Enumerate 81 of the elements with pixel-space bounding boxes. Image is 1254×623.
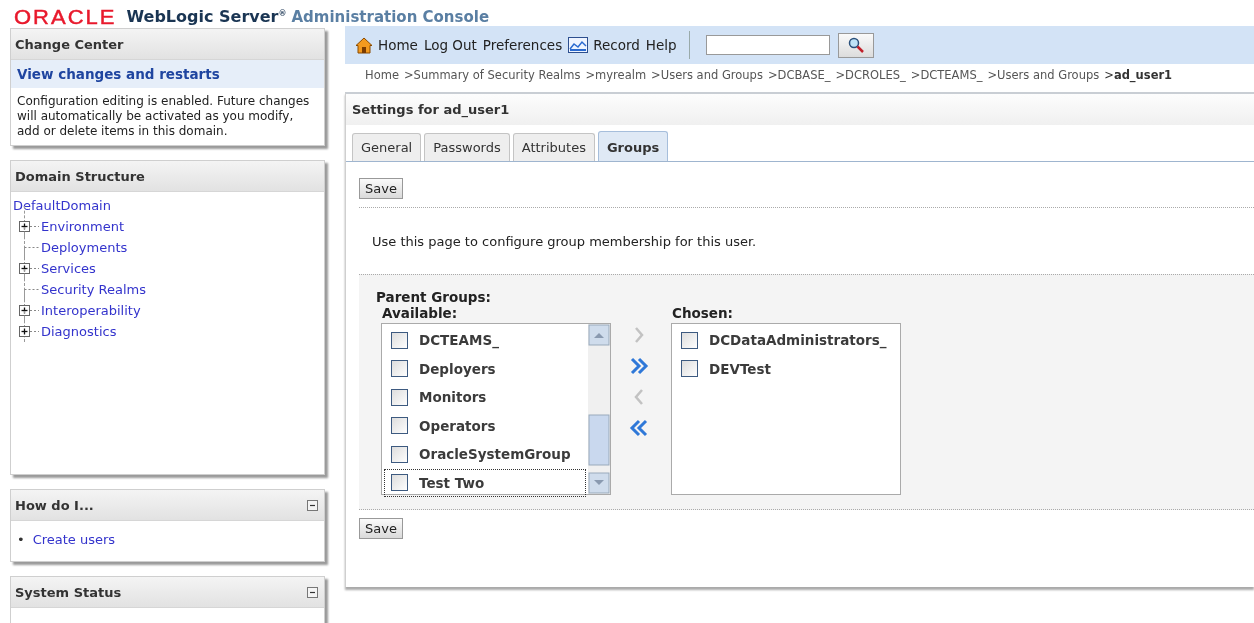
tree-item[interactable]: Environment [41, 219, 124, 234]
group-name: DEVTest [709, 360, 771, 377]
tab[interactable]: Attributes [512, 133, 595, 161]
console-subtitle: Administration Console [291, 7, 490, 28]
toolbar-link[interactable]: Help [645, 37, 677, 53]
breadcrumb-link[interactable]: >myrealm [585, 68, 647, 88]
breadcrumb-link[interactable]: >DCTEAMS_ [910, 68, 983, 88]
checkbox[interactable] [391, 331, 408, 349]
checkbox[interactable] [681, 331, 698, 349]
toolbar-link[interactable]: Preferences [482, 37, 563, 53]
toolbar-link[interactable]: Log Out [423, 37, 477, 53]
view-changes-link[interactable]: View changes and restarts [11, 60, 324, 88]
status-message: Configuration editing is enabled. Future changes will automatically be activated as you modify, add or delete items in this domain. [16, 93, 311, 140]
tree-item[interactable]: Security Realms [41, 282, 146, 297]
checkbox[interactable] [391, 360, 408, 378]
breadcrumb-link[interactable]: >Users and Groups [651, 68, 763, 88]
search-icon [847, 37, 864, 53]
checkbox[interactable] [391, 417, 408, 435]
list-item[interactable]: Test Two [384, 468, 586, 497]
list-item[interactable]: DEVTest [674, 354, 898, 383]
task-link[interactable]: Create users [32, 531, 116, 549]
checkbox[interactable] [391, 445, 408, 463]
breadcrumb-current: >ad_user1 [1104, 68, 1173, 85]
toolbar-link[interactable]: Home [355, 36, 418, 54]
move-all-right-button[interactable] [629, 356, 649, 376]
group-name: OracleSystemGroup [419, 446, 571, 463]
list-item[interactable]: Monitors [384, 383, 586, 412]
list-item[interactable]: OracleSystemGroup [384, 440, 586, 469]
breadcrumb-link[interactable]: >DCROLES_ [835, 68, 906, 88]
list-item[interactable]: DCDataAdministrators_ [674, 326, 898, 355]
list-item[interactable]: Deployers [384, 354, 586, 383]
group-name: Deployers [419, 360, 496, 377]
portlet-title: How do I... [15, 497, 94, 513]
portlet-title: Change Center [15, 36, 124, 52]
tree-item[interactable]: Diagnostics [41, 324, 117, 339]
list-label: Chosen: [672, 305, 734, 321]
oracle-logo: ORACLE [14, 9, 117, 27]
save-button[interactable]: Save [359, 178, 403, 199]
bullet: • [17, 531, 25, 549]
save-button[interactable]: Save [359, 518, 403, 539]
checkbox[interactable] [681, 360, 698, 378]
expand-icon[interactable] [19, 263, 39, 274]
tab[interactable]: General [352, 133, 422, 161]
scrollbar[interactable] [588, 324, 610, 494]
breadcrumb-link[interactable]: >Users and Groups [987, 68, 1100, 88]
section-heading: Parent Groups: [376, 289, 492, 305]
chart-icon[interactable] [568, 37, 589, 53]
list-item[interactable]: DCTEAMS_ [384, 326, 586, 355]
group-name: Monitors [419, 389, 487, 406]
tree-item[interactable]: Deployments [41, 240, 128, 255]
breadcrumb-link[interactable]: >DCBASE_ [767, 68, 831, 88]
move-all-left-button[interactable] [629, 418, 649, 438]
search-field[interactable] [705, 35, 830, 55]
product-name: WebLogic Server$^{®}$ [126, 6, 287, 28]
list-label: Available: [382, 305, 459, 321]
checkbox[interactable] [391, 474, 408, 492]
list-item[interactable]: Operators [384, 411, 586, 440]
tab[interactable]: Groups [597, 131, 669, 161]
search-button[interactable] [837, 32, 874, 58]
portlet-title: Domain Structure [15, 168, 145, 184]
expand-icon[interactable] [19, 326, 39, 337]
tree-item[interactable]: DefaultDomain [13, 196, 111, 216]
expand-icon[interactable] [19, 221, 39, 232]
expand-icon[interactable] [19, 305, 39, 316]
toolbar-link[interactable]: Record [568, 37, 640, 53]
group-name: Test Two [419, 474, 485, 491]
help-text: Use this page to configure group membership for this user. [371, 233, 758, 251]
group-name: DCTEAMS_ [419, 332, 499, 349]
checkbox[interactable] [391, 388, 408, 406]
collapse-icon[interactable] [307, 586, 318, 598]
breadcrumb-link[interactable]: >Summary of Security Realms [403, 68, 581, 88]
group-name: DCDataAdministrators_ [709, 332, 887, 349]
settings-title: Settings for ad_user1 [346, 94, 1254, 125]
breadcrumb-link[interactable]: Home [365, 68, 399, 88]
tree-item[interactable]: Interoperability [41, 303, 141, 318]
portlet-title: System Status [15, 584, 122, 600]
group-name: Operators [419, 417, 496, 434]
home-icon[interactable] [355, 36, 373, 54]
tree-item[interactable]: Services [41, 261, 96, 276]
tab[interactable]: Passwords [424, 133, 510, 161]
collapse-icon[interactable] [307, 499, 318, 511]
